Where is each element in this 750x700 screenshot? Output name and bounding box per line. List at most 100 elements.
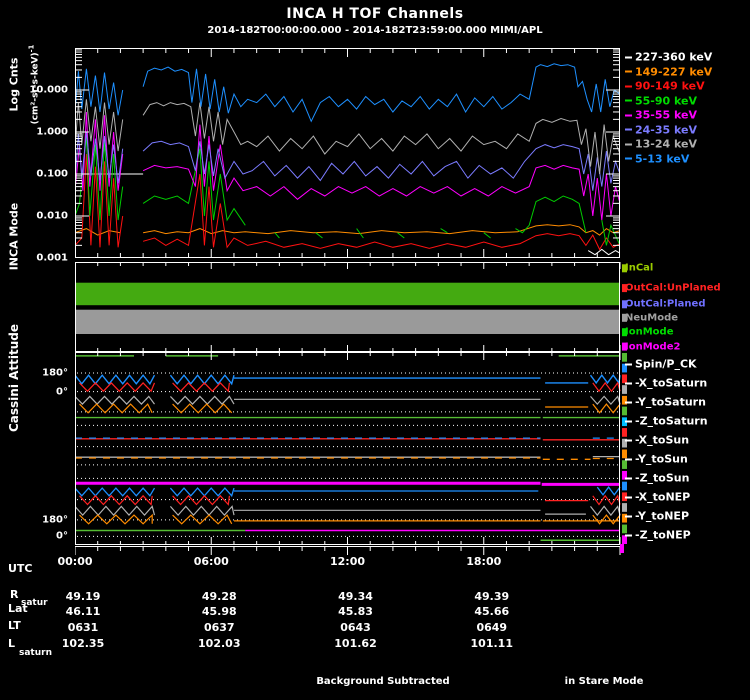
plot-canvas: INCA H TOF Channels 2014-182T00:00:00.00… bbox=[0, 0, 750, 700]
row-label-lat: Lat bbox=[8, 602, 28, 615]
legend-label: -X_toNEP bbox=[635, 490, 691, 504]
attitude-trace-11 bbox=[596, 486, 621, 496]
attitude-trace-3 bbox=[590, 395, 621, 406]
legend-dash bbox=[625, 157, 632, 160]
legend-item-5-13-keV: 5-13 keV bbox=[625, 152, 689, 165]
legend-label: 55-90 keV bbox=[635, 94, 698, 107]
table-R-col3: 49.39 bbox=[474, 590, 510, 603]
attitude-trace-3 bbox=[169, 395, 235, 405]
legend-label: 35-55 keV bbox=[635, 108, 698, 122]
utc-label-00:00: 00:00 bbox=[57, 555, 93, 568]
table-L-col2: 101.62 bbox=[334, 637, 377, 650]
attitude-trace-4 bbox=[79, 403, 153, 414]
attitude-trace-12 bbox=[79, 494, 153, 506]
legend-dash bbox=[625, 382, 632, 384]
legend-item-55-90-keV: 55-90 keV bbox=[625, 94, 697, 107]
row-label-r: R bbox=[10, 588, 19, 601]
subtitle-timerange: 2014-182T00:00:00.000 - 2014-182T23:59:0… bbox=[207, 25, 543, 36]
legend-item-24-35-keV: 24-35 keV bbox=[625, 123, 697, 136]
attitude-legend--X-toSaturn: -X_toSaturn bbox=[625, 377, 707, 390]
attitude-legend--Y-toNEP: -Y_toNEP bbox=[625, 510, 689, 523]
utc-label-06:00: 06:00 bbox=[193, 555, 229, 568]
attitude-ytick-3: 0° bbox=[56, 530, 68, 542]
legend-label: -Y_toNEP bbox=[635, 509, 690, 523]
attitude-ytick-1: 0° bbox=[56, 386, 68, 398]
legend-dash bbox=[625, 56, 632, 58]
table-R-col1: 49.28 bbox=[201, 590, 237, 603]
series-149-227-keV bbox=[75, 224, 620, 236]
attitude-trace-11 bbox=[169, 487, 235, 498]
legend-item-90-149-keV: 90-149 keV bbox=[625, 80, 705, 93]
attitude-legend--Z-toSaturn: -Z_toSaturn bbox=[625, 415, 708, 428]
series-227-360-keV bbox=[75, 173, 620, 256]
legend-label: 90-149 keV bbox=[635, 79, 705, 93]
legend-dash bbox=[625, 496, 632, 498]
series-35-55-keV bbox=[75, 111, 620, 221]
legend-dash bbox=[625, 143, 632, 145]
row-label-lt: LT bbox=[8, 619, 21, 632]
legend-dash bbox=[625, 114, 632, 116]
attitude-trace-14 bbox=[592, 514, 621, 525]
footer-stare-mode: in Stare Mode bbox=[564, 676, 644, 687]
mode-bar-0 bbox=[75, 282, 620, 306]
legend-label: -Z_toNEP bbox=[635, 528, 691, 542]
legend-label: 24-35 keV bbox=[635, 123, 698, 136]
attitude-trace-13 bbox=[75, 505, 156, 517]
legend-label: 149-227 keV bbox=[635, 65, 713, 78]
legend-dash bbox=[625, 85, 632, 87]
legend-dash bbox=[625, 401, 632, 403]
mode-legend-OutCal-UnPlaned: OutCal:UnPlaned bbox=[625, 282, 721, 294]
attitude-trace-2 bbox=[592, 381, 621, 393]
cassini-attitude-panel bbox=[75, 352, 627, 545]
legend-label: 5-13 keV bbox=[635, 152, 690, 165]
legend-dash bbox=[625, 99, 632, 102]
legend-label: 227-360 keV bbox=[635, 50, 713, 64]
legend-item-13-24-keV: 13-24 keV bbox=[625, 138, 697, 151]
y-axis-label-inca-mode: INCA Mode bbox=[7, 202, 21, 271]
row-label-l-sub: saturn bbox=[19, 648, 52, 658]
attitude-legend--Y-toSaturn: -Y_toSaturn bbox=[625, 396, 706, 409]
legend-dash bbox=[625, 534, 632, 536]
y-axis-label-log-cnts: Log Cnts bbox=[7, 57, 21, 112]
attitude-trace-13 bbox=[169, 505, 235, 517]
table-LT-col0: 0631 bbox=[67, 621, 99, 634]
attitude-ytick-2: 180° bbox=[42, 514, 68, 526]
series-13-24-keV bbox=[75, 99, 620, 175]
mode-legend-IonMode: IonMode bbox=[625, 326, 674, 338]
attitude-trace-12 bbox=[592, 494, 621, 506]
attitude-legend--X-toSun: -X_toSun bbox=[625, 434, 689, 447]
table-LT-col2: 0643 bbox=[340, 621, 371, 634]
attitude-trace-1 bbox=[169, 374, 235, 386]
row-label-utc: UTC bbox=[8, 562, 33, 575]
mode-legend-NeuMode: NeuMode bbox=[625, 312, 679, 324]
attitude-trace-1 bbox=[75, 374, 156, 386]
attitude-trace-11 bbox=[75, 487, 156, 497]
table-L-col1: 102.03 bbox=[198, 637, 241, 650]
footer-background-subtracted: Background Subtracted bbox=[316, 676, 450, 687]
attitude-legend--Y-toSun: -Y_toSun bbox=[625, 453, 688, 466]
table-R-col0: 49.19 bbox=[65, 590, 101, 603]
ytick-0.010: 0.010 bbox=[36, 210, 68, 222]
legend-label: -Y_toSaturn bbox=[635, 395, 706, 409]
legend-label: Spin/P_CK bbox=[635, 357, 697, 371]
row-label-l: L bbox=[8, 637, 16, 650]
table-L-col0: 102.35 bbox=[61, 637, 105, 650]
ytick-0.100: 0.100 bbox=[36, 168, 68, 180]
ytick-10.000: 10.000 bbox=[29, 84, 68, 96]
attitude-trace-12 bbox=[172, 494, 230, 506]
table-LT-col1: 0637 bbox=[203, 621, 235, 634]
utc-label-18:00: 18:00 bbox=[466, 555, 502, 568]
legend-dash bbox=[625, 70, 632, 73]
utc-label-12:00: 12:00 bbox=[329, 555, 366, 568]
y-axis-label-cassini-attitude: Cassini Attitude bbox=[7, 323, 21, 433]
ytick-1.000: 1.000 bbox=[36, 126, 68, 138]
legend-dash bbox=[625, 458, 632, 460]
mode-bar-1 bbox=[75, 309, 620, 334]
legend-label: -Z_toSun bbox=[635, 471, 690, 485]
axis-end-marker bbox=[620, 544, 624, 553]
series-24-35-keV bbox=[75, 131, 620, 191]
attitude-legend--Z-toNEP: -Z_toNEP bbox=[625, 529, 691, 542]
attitude-trace-3 bbox=[75, 395, 155, 405]
table-Lat-col3: 45.66 bbox=[474, 605, 510, 618]
legend-dash bbox=[625, 420, 632, 422]
